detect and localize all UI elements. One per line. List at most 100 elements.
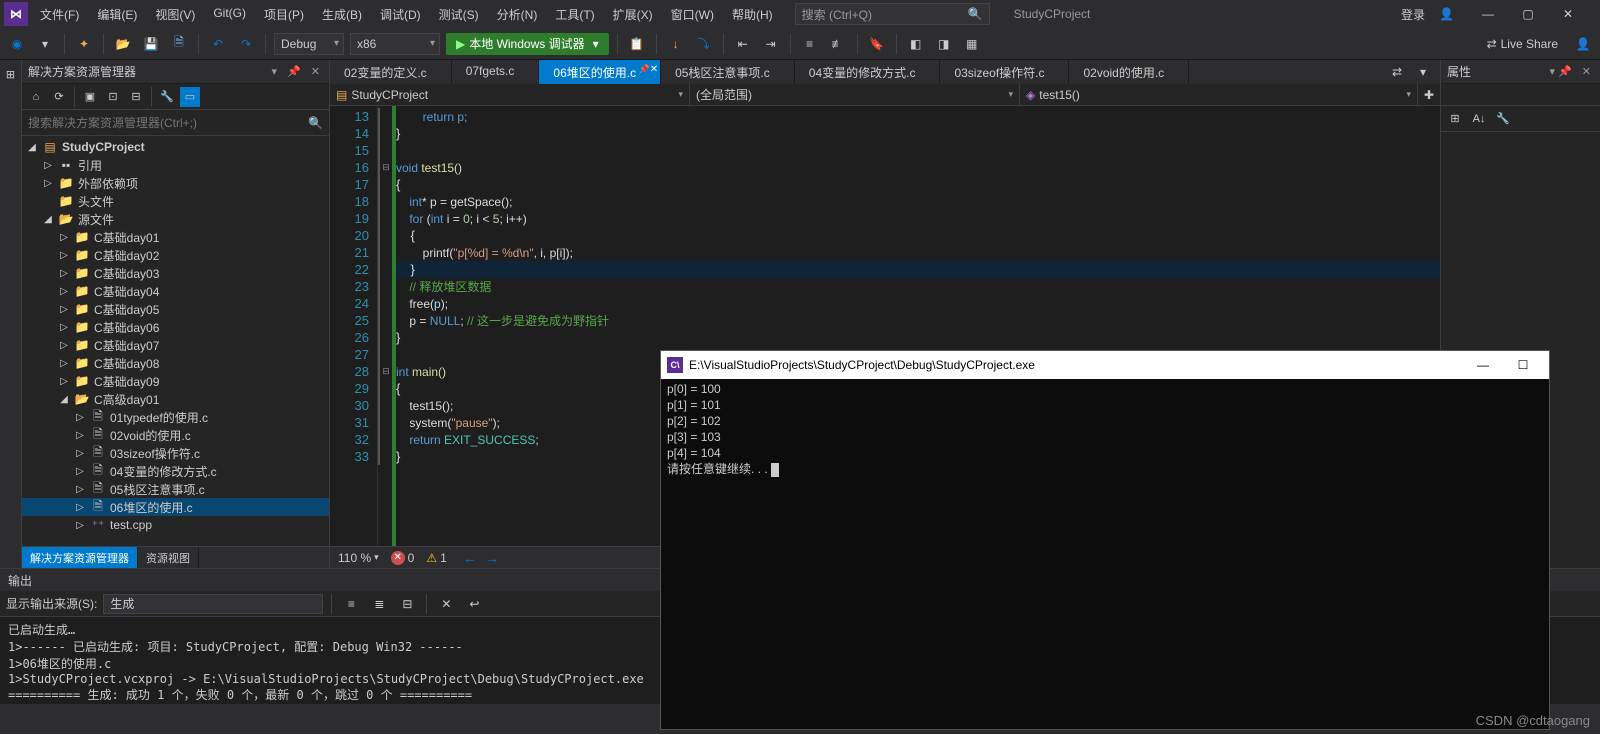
file-tab[interactable]: 04变量的修改方式.c — [795, 60, 941, 84]
dropdown-icon[interactable]: ▾ — [269, 64, 281, 79]
indent-right-button[interactable]: ⇥ — [760, 33, 782, 55]
quick-search-input[interactable]: 搜索 (Ctrl+Q) 🔍 — [795, 3, 990, 25]
file-tab[interactable]: 02void的使用.c — [1069, 60, 1189, 84]
showall-button[interactable]: ⊡ — [103, 87, 123, 107]
bc-split-button[interactable]: ✚ — [1418, 84, 1440, 105]
tree-folder[interactable]: ▷📁C基础day09 — [22, 372, 329, 390]
minimize-button[interactable]: — — [1468, 0, 1508, 28]
fold-column[interactable]: ⊟⊟ — [378, 106, 392, 546]
tree-folder[interactable]: ▷📁C基础day08 — [22, 354, 329, 372]
bc-function[interactable]: ◈test15() — [1020, 84, 1418, 105]
tab-solution-explorer[interactable]: 解决方案资源管理器 — [22, 547, 138, 568]
tree-file[interactable]: ▷🗎05栈区注意事项.c — [22, 480, 329, 498]
preview-button[interactable]: ▭ — [180, 87, 200, 107]
tree-file[interactable]: ▷⁺⁺test.cpp — [22, 516, 329, 534]
tabs-menu-icon[interactable]: ⇄ — [1386, 61, 1408, 83]
collapse-button[interactable]: ⊟ — [126, 87, 146, 107]
pin-icon[interactable]: 📌 — [639, 64, 650, 75]
menu-project[interactable]: 项目(P) — [256, 2, 312, 27]
tree-file[interactable]: ▷🗎03sizeof操作符.c — [22, 444, 329, 462]
home-button[interactable]: ⌂ — [26, 87, 46, 107]
menu-analyze[interactable]: 分析(N) — [489, 2, 546, 27]
pin-icon[interactable]: 📌 — [284, 64, 304, 79]
out-btn[interactable]: ≡ — [340, 593, 362, 615]
tree-folder[interactable]: ▷📁C基础day01 — [22, 228, 329, 246]
close-icon[interactable]: ✕ — [1579, 64, 1594, 79]
tree-headers[interactable]: 📁头文件 — [22, 192, 329, 210]
menu-git[interactable]: Git(G) — [205, 2, 254, 27]
tree-extdep[interactable]: ▷📁外部依赖项 — [22, 174, 329, 192]
tree-folder[interactable]: ▷📁C基础day06 — [22, 318, 329, 336]
tree-refs[interactable]: ▷▪▪引用 — [22, 156, 329, 174]
nav-prev-button[interactable]: ← — [463, 550, 477, 566]
tb-extra1[interactable]: ◧ — [905, 33, 927, 55]
menu-test[interactable]: 测试(S) — [431, 2, 487, 27]
file-tab[interactable]: 02变量的定义.c — [330, 60, 452, 84]
tabs-dropdown-icon[interactable]: ▾ — [1412, 61, 1434, 83]
rail-toolbox[interactable]: ⊞ — [2, 64, 19, 85]
error-count[interactable]: ✕0 — [391, 551, 415, 565]
menu-debug[interactable]: 调试(D) — [372, 2, 429, 27]
close-tab-icon[interactable]: ✕ — [650, 64, 658, 75]
out-clear-button[interactable]: ✕ — [435, 593, 457, 615]
close-panel-icon[interactable]: ✕ — [308, 64, 323, 79]
az-button[interactable]: A↓ — [1469, 109, 1489, 129]
platform-combo[interactable]: x86 — [350, 33, 440, 55]
out-wrap-button[interactable]: ↩ — [463, 593, 485, 615]
new-button[interactable]: ✦ — [73, 33, 95, 55]
maximize-button[interactable]: ▢ — [1508, 0, 1548, 28]
zoom-level[interactable]: 110 % ▾ — [338, 551, 379, 565]
menu-build[interactable]: 生成(B) — [314, 2, 370, 27]
tree-folder[interactable]: ◢📂C高级day01 — [22, 390, 329, 408]
config-combo[interactable]: Debug — [274, 33, 344, 55]
warning-count[interactable]: ⚠1 — [426, 551, 446, 565]
console-min-button[interactable]: — — [1463, 351, 1503, 379]
console-body[interactable]: p[0] = 100 p[1] = 101 p[2] = 102 p[3] = … — [661, 379, 1549, 479]
comment-button[interactable]: ≡ — [799, 33, 821, 55]
file-tab[interactable]: 03sizeof操作符.c — [940, 60, 1069, 84]
redo-button[interactable]: ↷ — [235, 33, 257, 55]
tree-sources[interactable]: ◢📂源文件 — [22, 210, 329, 228]
nav-next-button[interactable]: → — [485, 550, 499, 566]
tree-folder[interactable]: ▷📁C基础day07 — [22, 336, 329, 354]
out-btn[interactable]: ⊟ — [396, 593, 418, 615]
cat-button[interactable]: ⊞ — [1445, 109, 1465, 129]
tree-file[interactable]: ▷🗎01typedef的使用.c — [22, 408, 329, 426]
bc-project[interactable]: ▤StudyCProject — [330, 84, 690, 105]
start-debug-button[interactable]: ▶本地 Windows 调试器▾ — [446, 33, 609, 55]
feedback-button[interactable]: 👤 — [1572, 33, 1594, 55]
pin-icon[interactable]: ▾ 📌 — [1547, 64, 1575, 79]
indent-left-button[interactable]: ⇤ — [732, 33, 754, 55]
prop-wrench-button[interactable]: 🔧 — [1493, 109, 1513, 129]
tb-extra3[interactable]: ▦ — [961, 33, 983, 55]
forward-button[interactable]: ▾ — [34, 33, 56, 55]
live-share-button[interactable]: ⇄Live Share — [1479, 37, 1566, 51]
properties-button[interactable]: 🔧 — [157, 87, 177, 107]
uncomment-button[interactable]: ≢ — [827, 33, 849, 55]
sync-button[interactable]: ⟳ — [49, 87, 69, 107]
save-all-button[interactable]: 🗎 — [168, 33, 190, 55]
file-tab-active[interactable]: 06堆区的使用.c📌✕ — [539, 60, 661, 84]
login-link[interactable]: 登录 — [1401, 6, 1425, 23]
tree-folder[interactable]: ▷📁C基础day03 — [22, 264, 329, 282]
undo-button[interactable]: ↶ — [207, 33, 229, 55]
tree-folder[interactable]: ▷📁C基础day05 — [22, 300, 329, 318]
tree-file[interactable]: ▷🗎04变量的修改方式.c — [22, 462, 329, 480]
back-button[interactable]: ◉ — [6, 33, 28, 55]
bc-scope[interactable]: (全局范围) — [690, 84, 1020, 105]
bookmark-button[interactable]: 🔖 — [866, 33, 888, 55]
menu-help[interactable]: 帮助(H) — [724, 2, 781, 27]
save-button[interactable]: 💾 — [140, 33, 162, 55]
tree-file[interactable]: ▷🗎02void的使用.c — [22, 426, 329, 444]
menu-view[interactable]: 视图(V) — [147, 2, 203, 27]
file-tab[interactable]: 05栈区注意事项.c — [661, 60, 795, 84]
console-titlebar[interactable]: C\ E:\VisualStudioProjects\StudyCProject… — [661, 351, 1549, 379]
console-max-button[interactable]: ☐ — [1503, 351, 1543, 379]
solution-search-input[interactable] — [28, 116, 308, 130]
output-source-combo[interactable]: 生成 — [103, 594, 323, 614]
menu-window[interactable]: 窗口(W) — [663, 2, 722, 27]
tree-folder[interactable]: ▷📁C基础day04 — [22, 282, 329, 300]
menu-edit[interactable]: 编辑(E) — [89, 2, 145, 27]
menu-tools[interactable]: 工具(T) — [547, 2, 602, 27]
out-btn[interactable]: ≣ — [368, 593, 390, 615]
